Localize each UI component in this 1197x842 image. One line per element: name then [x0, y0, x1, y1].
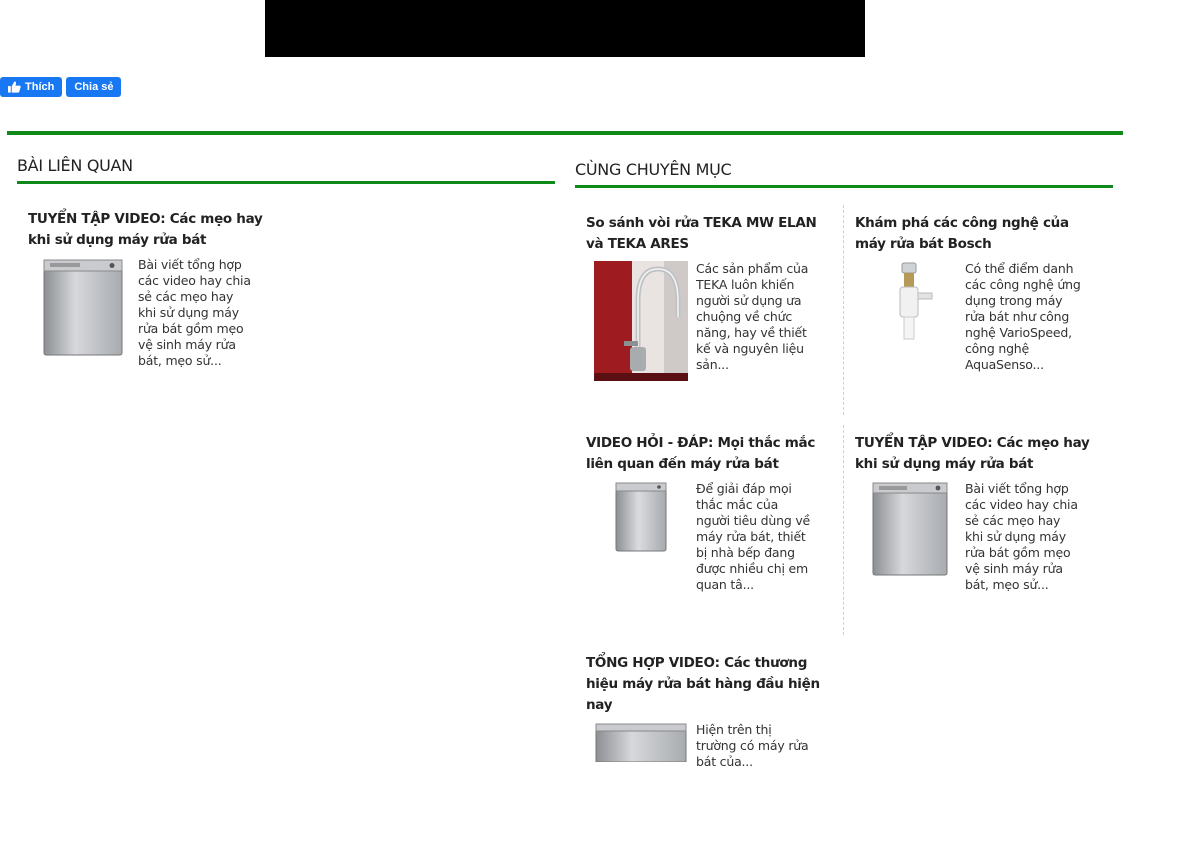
dishwasher-icon: [872, 482, 948, 576]
post-excerpt: Để giải đáp mọi thắc mắc của người tiêu …: [696, 481, 811, 592]
facebook-buttons: Thích Chia sẻ: [0, 77, 122, 97]
related-post-card[interactable]: TUYỂN TẬP VIDEO: Các mẹo hay khi sử dụng…: [28, 209, 274, 377]
post-title[interactable]: So sánh vòi rửa TEKA MW ELAN và TEKA ARE…: [586, 213, 832, 255]
dishwasher-image[interactable]: [855, 481, 965, 601]
faucet-image[interactable]: [586, 261, 696, 381]
category-post-card[interactable]: Khám phá các công nghệ của máy rửa bát B…: [855, 213, 1101, 381]
facebook-like-button[interactable]: Thích: [0, 77, 63, 97]
dishwasher-icon: [615, 482, 667, 552]
section-separator: [7, 131, 1123, 135]
dishwasher-icon: [595, 723, 687, 762]
category-post-card[interactable]: VIDEO HỎI - ĐÁP: Mọi thắc mắc liên quan …: [586, 433, 832, 601]
video-player[interactable]: [265, 0, 865, 57]
post-title[interactable]: TỔNG HỢP VIDEO: Các thương hiệu máy rửa …: [586, 653, 832, 716]
dishwasher-image[interactable]: [28, 257, 138, 377]
category-post-card[interactable]: So sánh vòi rửa TEKA MW ELAN và TEKA ARE…: [586, 213, 832, 381]
facebook-share-button[interactable]: Chia sẻ: [66, 77, 122, 97]
related-heading: BÀI LIÊN QUAN: [17, 156, 133, 175]
dishwasher-image[interactable]: [586, 481, 696, 601]
post-title[interactable]: TUYỂN TẬP VIDEO: Các mẹo hay khi sử dụng…: [855, 433, 1101, 475]
post-title[interactable]: VIDEO HỎI - ĐÁP: Mọi thắc mắc liên quan …: [586, 433, 832, 475]
category-post-card[interactable]: TỔNG HỢP VIDEO: Các thương hiệu máy rửa …: [586, 653, 832, 842]
valve-image[interactable]: [855, 261, 965, 381]
post-excerpt: Hiện trên thị trường có máy rửa bát của.…: [696, 722, 809, 769]
post-excerpt: Có thể điểm danh các công nghệ ứng dụng …: [965, 261, 1081, 372]
dishwasher-image[interactable]: [586, 722, 696, 842]
related-heading-rule: [17, 181, 555, 184]
post-excerpt: Bài viết tổng hợp các video hay chia sẻ …: [138, 257, 251, 368]
column-divider: [843, 205, 844, 415]
valve-icon: [899, 262, 933, 340]
faucet-icon: [594, 261, 688, 381]
category-post-card[interactable]: TUYỂN TẬP VIDEO: Các mẹo hay khi sử dụng…: [855, 433, 1101, 601]
thumbs-up-icon: [8, 81, 21, 93]
column-divider: [843, 425, 844, 635]
post-title[interactable]: Khám phá các công nghệ của máy rửa bát B…: [855, 213, 1101, 255]
like-label: Thích: [25, 81, 55, 93]
post-title[interactable]: TUYỂN TẬP VIDEO: Các mẹo hay khi sử dụng…: [28, 209, 274, 251]
share-label: Chia sẻ: [74, 81, 114, 93]
post-excerpt: Bài viết tổng hợp các video hay chia sẻ …: [965, 481, 1078, 592]
post-excerpt: Các sản phẩm của TEKA luôn khiến người s…: [696, 261, 809, 372]
same-category-heading: CÙNG CHUYÊN MỤC: [575, 160, 732, 179]
same-category-heading-rule: [575, 185, 1113, 188]
dishwasher-icon: [43, 259, 123, 356]
